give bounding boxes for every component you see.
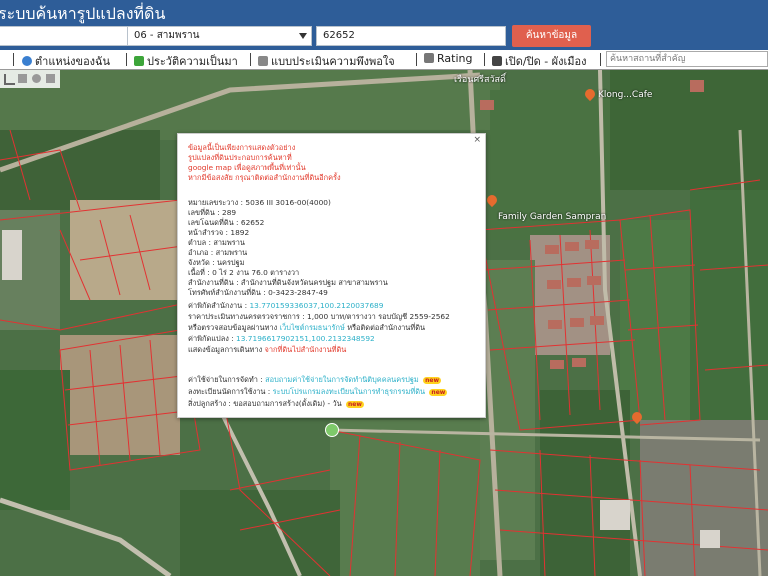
document-icon	[258, 56, 268, 66]
office-gps-link[interactable]: 13.770159336037,100.2120037689	[249, 301, 383, 310]
nav-my-location[interactable]: ตำแหน่งของฉัน	[22, 52, 110, 70]
chart-icon	[424, 53, 434, 63]
status-label: สิ่งปลูกสร้าง :	[188, 399, 231, 408]
flag-icon	[492, 56, 502, 66]
nav-divider	[600, 53, 601, 66]
app-title: ระบบค้นหารูปแปลงที่ดิน	[0, 4, 166, 23]
new-badge: new	[429, 389, 448, 396]
parcel-coord-label: ค่าพิกัดแปลง :	[188, 334, 234, 343]
fee-label: ค่าใช้จ่ายในการจัดทำ :	[188, 375, 263, 384]
nav-divider	[126, 53, 127, 66]
new-badge: new	[346, 401, 364, 408]
nav-toggle-zoning[interactable]: เปิด/ปิด - ผังเมือง	[492, 52, 587, 70]
place-search-input[interactable]: ค้นหาสถานที่สำคัญ	[606, 51, 768, 67]
measure-icon[interactable]	[4, 74, 15, 85]
appointment-label: ลงทะเบียนนัดการใช้งาน :	[188, 387, 271, 396]
directions-label: แสดงข้อมูลการเดินทาง	[188, 345, 263, 354]
appointment-row: ลงทะเบียนนัดการใช้งาน : ระบบโปรแกรมลงทะเ…	[188, 386, 448, 398]
fee-row: ค่าใช้จ่ายในการจัดทำ : สอบถามค่าใช้จ่ายใ…	[188, 374, 442, 386]
fee-link[interactable]: สอบถามค่าใช้จ่ายในการจัดทำนิติบุคคลนครปฐ…	[265, 375, 419, 384]
status-value: ขอสอบถามการสร้าง(ดั้งเดิม) - วัน	[233, 399, 342, 408]
poi-label-mid: Family Garden Sampran	[498, 212, 607, 222]
nav-divider	[484, 53, 485, 66]
grid-icon[interactable]	[46, 74, 55, 83]
directions-row: แสดงข้อมูลการเดินทาง จากที่ดินไปสำนักงาน…	[188, 344, 346, 356]
chevron-down-icon	[299, 33, 307, 39]
appointment-link[interactable]: ระบบโปรแกรมลงทะเบียนในการทำธุรกรรมที่ดิน	[273, 387, 425, 396]
search-button[interactable]: ค้นหาข้อมูล	[512, 25, 591, 47]
nav-divider	[416, 53, 417, 66]
district-select-value: 06 - สามพราน	[134, 30, 200, 41]
check-suffix: หรือติดต่อสำนักงานที่ดิน	[347, 323, 426, 332]
parcel-coord-link[interactable]: 13.7196617902151,100.2132348592	[236, 334, 375, 343]
new-badge: new	[423, 377, 442, 384]
nav-history[interactable]: ประวัติความเป็นมา	[134, 52, 238, 70]
nav-divider	[13, 53, 14, 66]
nav-survey[interactable]: แบบประเมินความพึงพอใจ	[258, 52, 395, 70]
status-row: สิ่งปลูกสร้าง : ขอสอบถามการสร้าง(ดั้งเดิ…	[188, 398, 364, 410]
district-select[interactable]: 06 - สามพราน	[127, 26, 312, 46]
top-header: ระบบค้นหารูปแปลงที่ดิน 06 - สามพราน 6265…	[0, 0, 768, 50]
nav-toggle-zoning-label: เปิด/ปิด - ผังเมือง	[505, 55, 587, 68]
map-toolbar	[0, 70, 60, 88]
nav-rating[interactable]: Rating	[424, 52, 472, 65]
poi-label-top: เรือนศรีสวัสดิ์	[454, 75, 506, 85]
check-prefix: หรือตรวจสอบข้อมูลผ่านทาง	[188, 323, 278, 332]
nav-history-label: ประวัติความเป็นมา	[147, 55, 238, 68]
parcel-marker-icon[interactable]	[325, 423, 339, 437]
parcel-info-popup: × ข้อมูลนี้เป็นเพียงการแสดงตัวอย่าง รูปแ…	[177, 133, 486, 418]
poi-label-right: Klong...Cafe	[598, 90, 653, 100]
nav-survey-label: แบบประเมินความพึงพอใจ	[271, 55, 395, 68]
close-icon[interactable]: ×	[473, 135, 481, 145]
directions-link[interactable]: จากที่ดินไปสำนักงานที่ดิน	[265, 345, 347, 354]
province-select[interactable]	[0, 26, 146, 46]
layers-icon[interactable]	[18, 74, 27, 83]
parcel-number-input[interactable]: 62652	[316, 26, 506, 46]
office-gps-label: ค่าพิกัดสำนักงาน :	[188, 301, 248, 310]
gear-icon[interactable]	[32, 74, 41, 83]
nav-divider	[250, 53, 251, 66]
nav-my-location-label: ตำแหน่งของฉัน	[35, 55, 111, 68]
sprout-icon	[134, 56, 144, 66]
detail-office-phone: โทรศัพท์สำนักงานที่ดิน : 0-3423-2847-49	[188, 288, 328, 297]
globe-icon	[22, 56, 32, 66]
notice-line-4: หากมีข้อสงสัย กรุณาติดต่อสำนักงานที่ดินอ…	[188, 173, 341, 182]
treasury-link[interactable]: เว็บไซต์กรมธนารักษ์	[280, 323, 345, 332]
nav-rating-label: Rating	[437, 52, 473, 65]
